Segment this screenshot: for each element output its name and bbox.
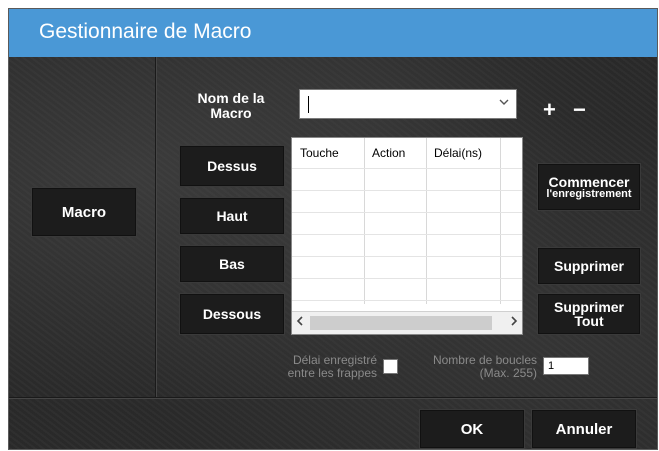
loop-count-input[interactable] <box>543 357 589 375</box>
macro-manager-window: Gestionnaire de Macro Macro Nom de la Ma… <box>8 8 658 450</box>
horizontal-divider <box>9 397 657 398</box>
record-delay-checkbox[interactable] <box>383 359 398 374</box>
start-recording-label-line2: l'enregistrement <box>546 187 632 200</box>
macro-events-table[interactable]: Touche Action Délai(ns) <box>291 137 523 335</box>
scrollbar-thumb[interactable] <box>310 316 492 330</box>
delete-all-label-line1: Supprimer <box>553 299 624 315</box>
record-delay-label: Délai enregistré entre les frappes <box>235 354 377 380</box>
move-up-button[interactable]: Haut <box>179 197 285 235</box>
column-divider <box>364 138 365 304</box>
row-divider <box>292 256 522 257</box>
row-divider <box>292 190 522 191</box>
move-down-button[interactable]: Bas <box>179 245 285 283</box>
row-divider <box>292 300 522 301</box>
column-divider <box>500 138 501 304</box>
delete-all-label-line2: Tout <box>574 313 604 329</box>
macro-name-label-line1: Nom de la <box>197 90 265 106</box>
column-header-delay: Délai(ns) <box>434 146 483 160</box>
horizontal-scrollbar[interactable] <box>292 311 522 334</box>
ok-button[interactable]: OK <box>419 409 525 449</box>
move-bottom-button[interactable]: Dessous <box>179 293 285 335</box>
chevron-left-icon[interactable] <box>296 315 304 330</box>
loop-count-label: Nombre de boucles (Max. 255) <box>401 354 537 380</box>
column-divider <box>426 138 427 304</box>
macro-tab-button[interactable]: Macro <box>31 187 137 237</box>
window-title: Gestionnaire de Macro <box>39 20 252 43</box>
row-divider <box>292 234 522 235</box>
row-divider <box>292 168 522 169</box>
row-divider <box>292 278 522 279</box>
macro-name-combobox[interactable] <box>299 89 517 119</box>
move-top-button[interactable]: Dessus <box>179 145 285 187</box>
macro-name-label: Nom de la Macro <box>179 91 283 121</box>
remove-macro-button[interactable]: − <box>573 97 586 123</box>
delete-all-button[interactable]: Supprimer Tout <box>537 293 641 335</box>
start-recording-label-line1: Commencer <box>548 173 630 190</box>
column-header-key: Touche <box>300 146 339 160</box>
record-delay-label-line2: entre les frappes <box>287 366 377 380</box>
dialog-body: Macro Nom de la Macro + − Dessus Haut Ba… <box>9 57 657 449</box>
vertical-divider <box>155 57 156 397</box>
start-recording-button[interactable]: Commencer l'enregistrement <box>537 163 641 211</box>
text-caret <box>308 96 309 113</box>
macro-name-label-line2: Macro <box>210 105 252 121</box>
chevron-down-icon[interactable] <box>498 96 510 110</box>
chevron-right-icon[interactable] <box>510 315 518 330</box>
column-header-action: Action <box>372 146 406 160</box>
row-divider <box>292 212 522 213</box>
loop-count-label-line2: (Max. 255) <box>479 366 537 380</box>
add-macro-button[interactable]: + <box>543 97 556 123</box>
title-bar: Gestionnaire de Macro <box>9 9 657 57</box>
delete-button[interactable]: Supprimer <box>537 247 641 285</box>
cancel-button[interactable]: Annuler <box>531 409 637 449</box>
